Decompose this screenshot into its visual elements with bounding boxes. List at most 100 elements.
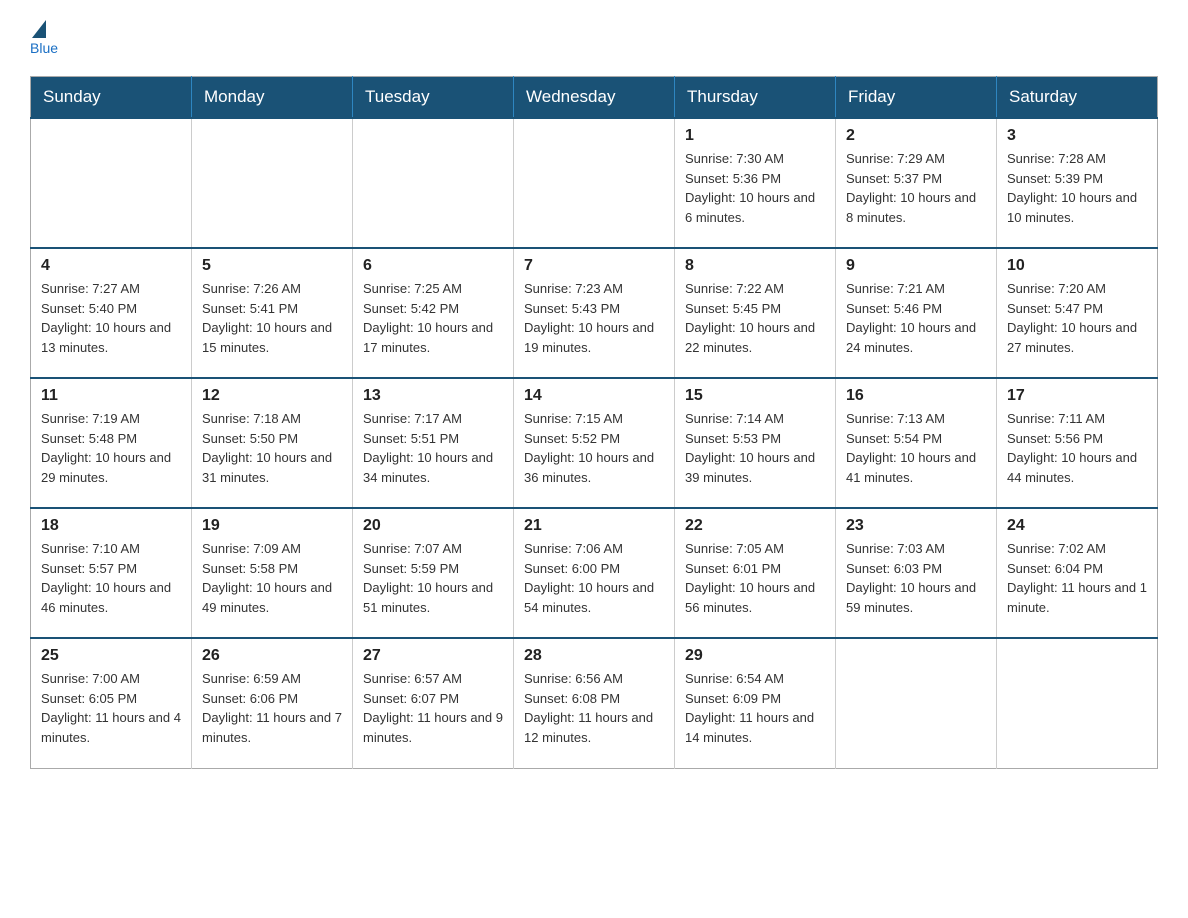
calendar-cell: 7 Sunrise: 7:23 AM Sunset: 5:43 PM Daylig… bbox=[514, 248, 675, 378]
day-info: Sunrise: 7:27 AM Sunset: 5:40 PM Dayligh… bbox=[41, 279, 181, 357]
day-info: Sunrise: 7:29 AM Sunset: 5:37 PM Dayligh… bbox=[846, 149, 986, 227]
calendar-cell: 15 Sunrise: 7:14 AM Sunset: 5:53 PM Dayli… bbox=[675, 378, 836, 508]
day-info: Sunrise: 7:17 AM Sunset: 5:51 PM Dayligh… bbox=[363, 409, 503, 487]
day-info: Sunrise: 7:05 AM Sunset: 6:01 PM Dayligh… bbox=[685, 539, 825, 617]
calendar-cell bbox=[353, 118, 514, 248]
day-info: Sunrise: 7:00 AM Sunset: 6:05 PM Dayligh… bbox=[41, 669, 181, 747]
calendar-cell bbox=[31, 118, 192, 248]
logo-subtitle: Blue bbox=[30, 40, 58, 56]
day-info: Sunrise: 7:06 AM Sunset: 6:00 PM Dayligh… bbox=[524, 539, 664, 617]
day-info: Sunrise: 7:18 AM Sunset: 5:50 PM Dayligh… bbox=[202, 409, 342, 487]
day-info: Sunrise: 7:02 AM Sunset: 6:04 PM Dayligh… bbox=[1007, 539, 1147, 617]
day-number: 26 bbox=[202, 647, 342, 665]
day-number: 25 bbox=[41, 647, 181, 665]
calendar-cell: 29Sunrise: 6:54 AM Sunset: 6:09 PM Dayli… bbox=[675, 638, 836, 768]
day-number: 15 bbox=[685, 387, 825, 405]
day-info: Sunrise: 7:23 AM Sunset: 5:43 PM Dayligh… bbox=[524, 279, 664, 357]
day-info: Sunrise: 7:10 AM Sunset: 5:57 PM Dayligh… bbox=[41, 539, 181, 617]
calendar-cell: 8 Sunrise: 7:22 AM Sunset: 5:45 PM Daylig… bbox=[675, 248, 836, 378]
day-number: 28 bbox=[524, 647, 664, 665]
calendar-cell: 28Sunrise: 6:56 AM Sunset: 6:08 PM Dayli… bbox=[514, 638, 675, 768]
day-number: 29 bbox=[685, 647, 825, 665]
day-number: 10 bbox=[1007, 257, 1147, 275]
calendar-cell: 25 Sunrise: 7:00 AM Sunset: 6:05 PM Dayli… bbox=[31, 638, 192, 768]
day-info: Sunrise: 7:11 AM Sunset: 5:56 PM Dayligh… bbox=[1007, 409, 1147, 487]
calendar-cell: 16Sunrise: 7:13 AM Sunset: 5:54 PM Dayli… bbox=[836, 378, 997, 508]
calendar-cell bbox=[514, 118, 675, 248]
calendar-cell: 14Sunrise: 7:15 AM Sunset: 5:52 PM Dayli… bbox=[514, 378, 675, 508]
calendar-week-row: 1Sunrise: 7:30 AM Sunset: 5:36 PM Daylig… bbox=[31, 118, 1158, 248]
day-info: Sunrise: 7:03 AM Sunset: 6:03 PM Dayligh… bbox=[846, 539, 986, 617]
day-number: 2 bbox=[846, 127, 986, 145]
calendar-header-sunday: Sunday bbox=[31, 77, 192, 119]
calendar-header-thursday: Thursday bbox=[675, 77, 836, 119]
day-number: 3 bbox=[1007, 127, 1147, 145]
day-info: Sunrise: 7:26 AM Sunset: 5:41 PM Dayligh… bbox=[202, 279, 342, 357]
calendar-week-row: 4 Sunrise: 7:27 AM Sunset: 5:40 PM Daylig… bbox=[31, 248, 1158, 378]
calendar-cell: 20 Sunrise: 7:07 AM Sunset: 5:59 PM Dayli… bbox=[353, 508, 514, 638]
calendar-week-row: 18 Sunrise: 7:10 AM Sunset: 5:57 PM Dayli… bbox=[31, 508, 1158, 638]
day-number: 5 bbox=[202, 257, 342, 275]
calendar-header-saturday: Saturday bbox=[997, 77, 1158, 119]
header: Blue bbox=[30, 20, 1158, 56]
calendar-cell bbox=[997, 638, 1158, 768]
day-number: 23 bbox=[846, 517, 986, 535]
calendar-header-wednesday: Wednesday bbox=[514, 77, 675, 119]
day-info: Sunrise: 6:59 AM Sunset: 6:06 PM Dayligh… bbox=[202, 669, 342, 747]
calendar-cell: 26 Sunrise: 6:59 AM Sunset: 6:06 PM Dayli… bbox=[192, 638, 353, 768]
day-info: Sunrise: 6:57 AM Sunset: 6:07 PM Dayligh… bbox=[363, 669, 503, 747]
calendar-cell: 13 Sunrise: 7:17 AM Sunset: 5:51 PM Dayli… bbox=[353, 378, 514, 508]
day-number: 12 bbox=[202, 387, 342, 405]
day-number: 20 bbox=[363, 517, 503, 535]
calendar-cell: 11Sunrise: 7:19 AM Sunset: 5:48 PM Dayli… bbox=[31, 378, 192, 508]
day-info: Sunrise: 7:14 AM Sunset: 5:53 PM Dayligh… bbox=[685, 409, 825, 487]
day-info: Sunrise: 7:30 AM Sunset: 5:36 PM Dayligh… bbox=[685, 149, 825, 227]
day-info: Sunrise: 7:15 AM Sunset: 5:52 PM Dayligh… bbox=[524, 409, 664, 487]
day-info: Sunrise: 7:07 AM Sunset: 5:59 PM Dayligh… bbox=[363, 539, 503, 617]
day-info: Sunrise: 7:20 AM Sunset: 5:47 PM Dayligh… bbox=[1007, 279, 1147, 357]
calendar-header-friday: Friday bbox=[836, 77, 997, 119]
calendar-header-monday: Monday bbox=[192, 77, 353, 119]
day-number: 16 bbox=[846, 387, 986, 405]
calendar-week-row: 25 Sunrise: 7:00 AM Sunset: 6:05 PM Dayli… bbox=[31, 638, 1158, 768]
day-number: 22 bbox=[685, 517, 825, 535]
calendar-cell: 12 Sunrise: 7:18 AM Sunset: 5:50 PM Dayli… bbox=[192, 378, 353, 508]
calendar-cell: 4 Sunrise: 7:27 AM Sunset: 5:40 PM Daylig… bbox=[31, 248, 192, 378]
calendar-cell: 19Sunrise: 7:09 AM Sunset: 5:58 PM Dayli… bbox=[192, 508, 353, 638]
calendar-header-row: SundayMondayTuesdayWednesdayThursdayFrid… bbox=[31, 77, 1158, 119]
calendar-cell bbox=[192, 118, 353, 248]
logo-triangle-icon bbox=[32, 20, 46, 38]
day-number: 17 bbox=[1007, 387, 1147, 405]
calendar-cell: 22 Sunrise: 7:05 AM Sunset: 6:01 PM Dayli… bbox=[675, 508, 836, 638]
day-info: Sunrise: 7:22 AM Sunset: 5:45 PM Dayligh… bbox=[685, 279, 825, 357]
day-number: 4 bbox=[41, 257, 181, 275]
calendar-cell: 17 Sunrise: 7:11 AM Sunset: 5:56 PM Dayli… bbox=[997, 378, 1158, 508]
calendar-header-tuesday: Tuesday bbox=[353, 77, 514, 119]
calendar-table: SundayMondayTuesdayWednesdayThursdayFrid… bbox=[30, 76, 1158, 769]
calendar-cell: 9Sunrise: 7:21 AM Sunset: 5:46 PM Daylig… bbox=[836, 248, 997, 378]
day-number: 13 bbox=[363, 387, 503, 405]
day-info: Sunrise: 7:19 AM Sunset: 5:48 PM Dayligh… bbox=[41, 409, 181, 487]
day-info: Sunrise: 7:28 AM Sunset: 5:39 PM Dayligh… bbox=[1007, 149, 1147, 227]
logo: Blue bbox=[30, 20, 58, 56]
calendar-cell: 10 Sunrise: 7:20 AM Sunset: 5:47 PM Dayli… bbox=[997, 248, 1158, 378]
calendar-cell: 18 Sunrise: 7:10 AM Sunset: 5:57 PM Dayli… bbox=[31, 508, 192, 638]
calendar-cell bbox=[836, 638, 997, 768]
calendar-cell: 2 Sunrise: 7:29 AM Sunset: 5:37 PM Daylig… bbox=[836, 118, 997, 248]
calendar-cell: 27 Sunrise: 6:57 AM Sunset: 6:07 PM Dayli… bbox=[353, 638, 514, 768]
calendar-cell: 3 Sunrise: 7:28 AM Sunset: 5:39 PM Daylig… bbox=[997, 118, 1158, 248]
day-number: 9 bbox=[846, 257, 986, 275]
calendar-cell: 1Sunrise: 7:30 AM Sunset: 5:36 PM Daylig… bbox=[675, 118, 836, 248]
day-number: 21 bbox=[524, 517, 664, 535]
calendar-cell: 5 Sunrise: 7:26 AM Sunset: 5:41 PM Daylig… bbox=[192, 248, 353, 378]
day-number: 18 bbox=[41, 517, 181, 535]
day-info: Sunrise: 7:25 AM Sunset: 5:42 PM Dayligh… bbox=[363, 279, 503, 357]
calendar-cell: 21 Sunrise: 7:06 AM Sunset: 6:00 PM Dayli… bbox=[514, 508, 675, 638]
day-number: 7 bbox=[524, 257, 664, 275]
day-number: 19 bbox=[202, 517, 342, 535]
day-number: 6 bbox=[363, 257, 503, 275]
day-number: 8 bbox=[685, 257, 825, 275]
day-number: 24 bbox=[1007, 517, 1147, 535]
calendar-week-row: 11Sunrise: 7:19 AM Sunset: 5:48 PM Dayli… bbox=[31, 378, 1158, 508]
day-number: 27 bbox=[363, 647, 503, 665]
